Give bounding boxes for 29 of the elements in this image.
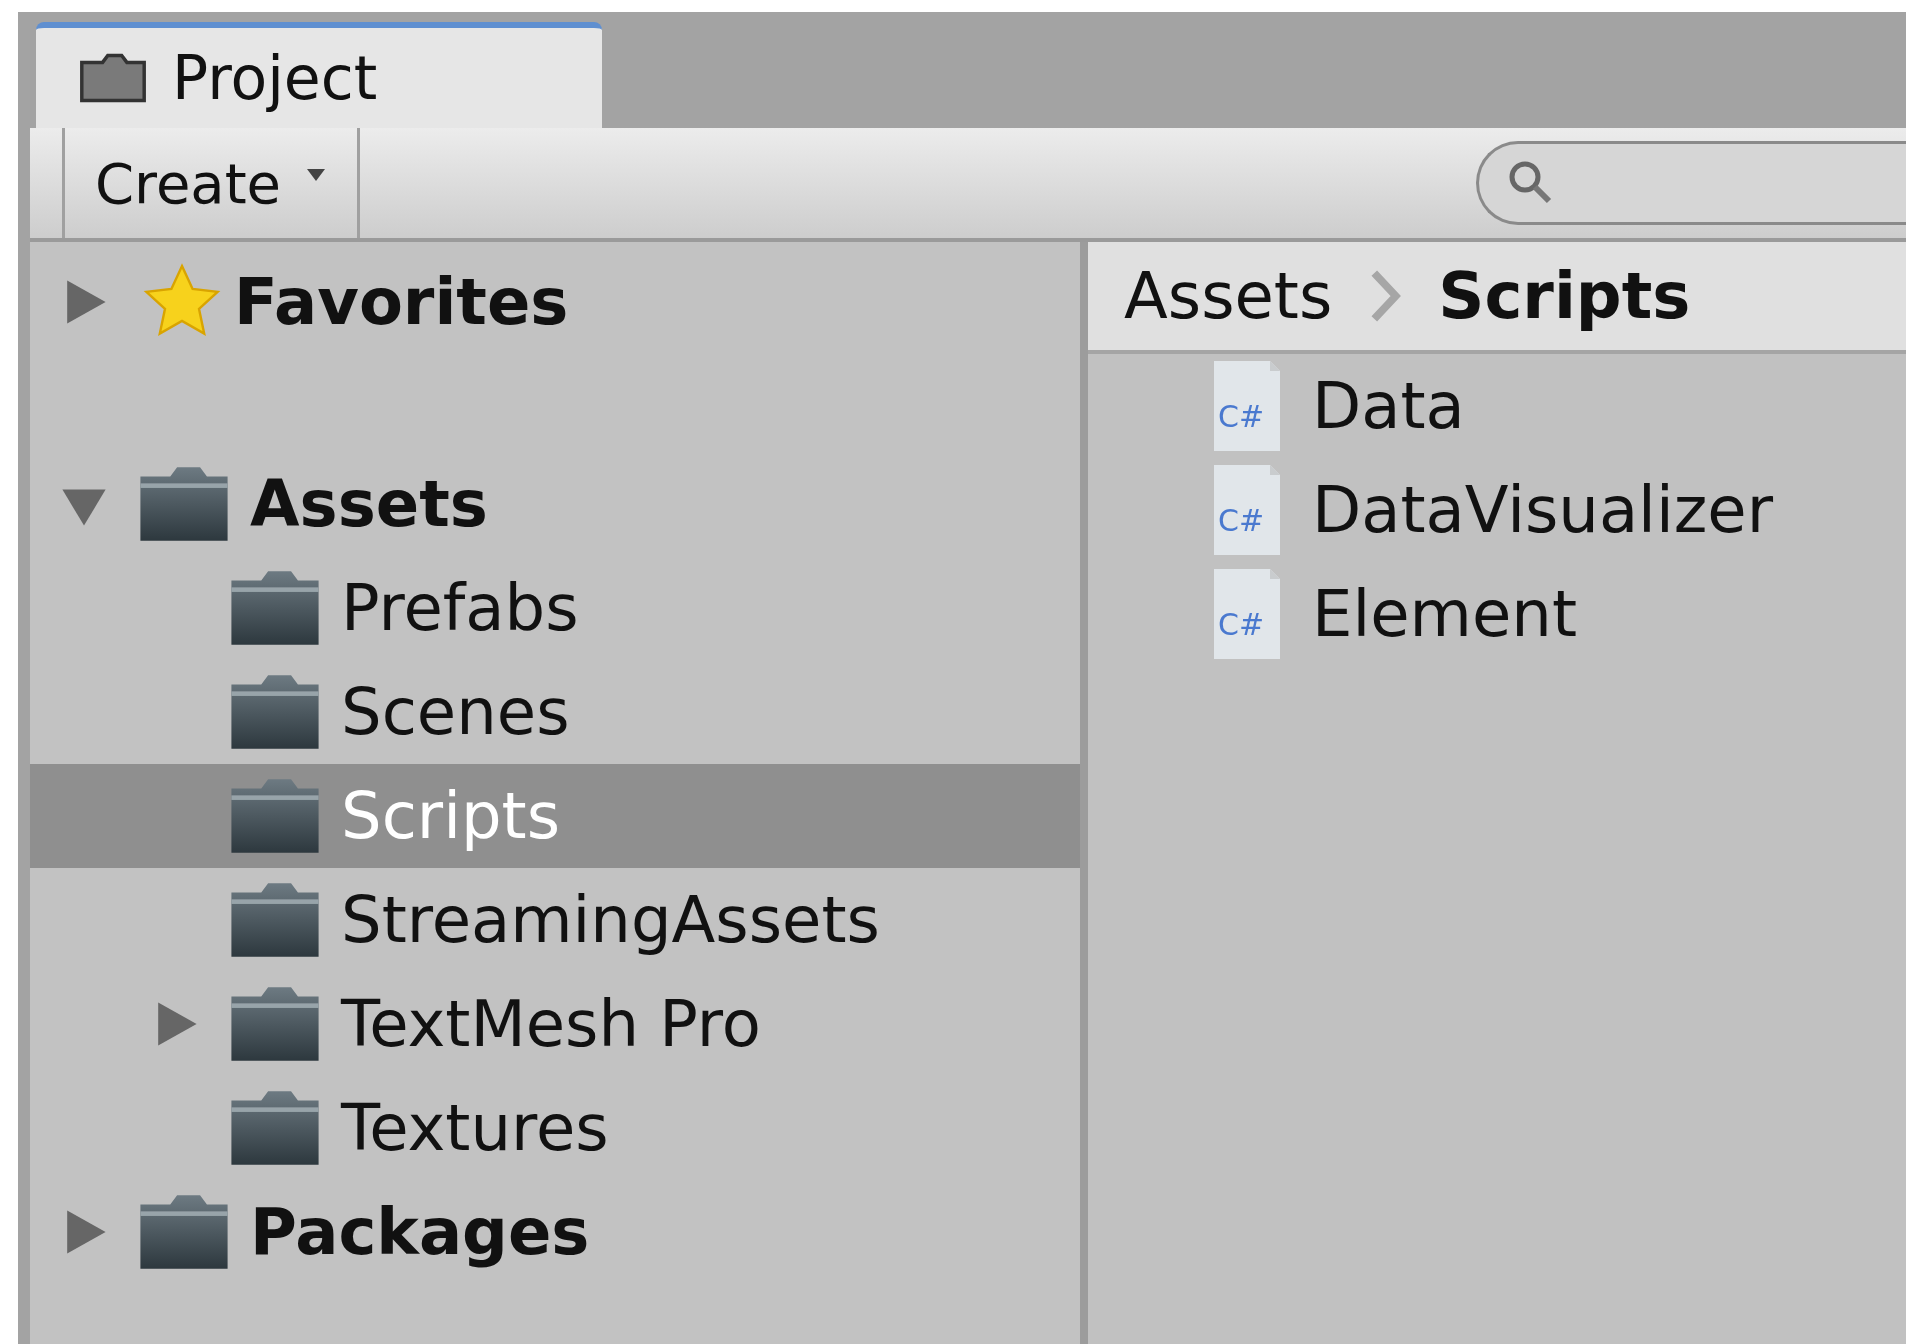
csharp-file-icon: C# [1214,465,1280,555]
folder-icon [138,465,230,543]
tree-item[interactable]: Scenes [30,660,1080,764]
project-tab[interactable]: Project [36,22,602,128]
folder-icon [229,985,321,1063]
tree-item[interactable]: Packages [30,1180,1080,1284]
tree-item[interactable]: Favorites [30,250,1080,354]
create-button[interactable]: Create [62,128,360,238]
caret-icon [307,169,326,181]
file-item[interactable]: C# DataVisualizer [1088,458,1906,562]
folder-icon [138,1193,230,1271]
folder-icon [229,881,321,959]
breadcrumb-item[interactable]: Assets [1124,259,1333,333]
file-item[interactable]: C# Element [1088,562,1906,666]
file-item[interactable]: C# Data [1088,354,1906,458]
folder-icon [78,52,148,104]
tree-item[interactable]: Textures [30,1076,1080,1180]
folder-icon [229,1089,321,1167]
csharp-file-icon: C# [1214,569,1280,659]
csharp-file-icon: C# [1214,361,1280,451]
tree-item[interactable]: Assets [30,452,1080,556]
folder-icon [229,569,321,647]
search-field[interactable] [1476,141,1906,225]
folder-icon [229,777,321,855]
tree-item[interactable]: Prefabs [30,556,1080,660]
tree-item[interactable]: TextMesh Pro [30,972,1080,1076]
tree-item[interactable]: StreamingAssets [30,868,1080,972]
breadcrumb-item[interactable]: Scripts [1438,259,1691,333]
folder-icon [229,673,321,751]
